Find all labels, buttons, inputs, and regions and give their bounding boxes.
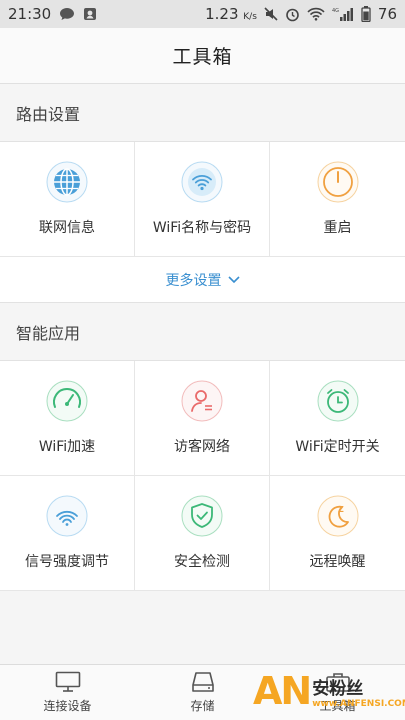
shield-check-icon (181, 495, 223, 537)
tool-reboot[interactable]: 重启 (270, 142, 405, 257)
tool-signal-strength[interactable]: 信号强度调节 (0, 476, 135, 591)
signal-icon: 4G (332, 7, 354, 21)
battery-level: 76 (377, 5, 397, 23)
tool-label: 安全检测 (174, 554, 230, 570)
moon-sleep-icon: Z (317, 495, 358, 537)
alarm-clock-icon (317, 380, 358, 422)
status-bar: 21:30 1.23 K/s 4G 76 (0, 0, 405, 28)
tool-security-check[interactable]: 安全检测 (135, 476, 270, 591)
section-smart-apps: 智能应用 (0, 303, 405, 361)
battery-icon (361, 6, 371, 22)
tool-label: 远程唤醒 (309, 554, 366, 570)
svg-text:4G: 4G (332, 8, 339, 14)
chevron-down-icon (227, 275, 240, 283)
chat-bubble-icon (59, 7, 75, 21)
tab-storage[interactable]: 存储 (135, 665, 270, 720)
wifi-icon (181, 161, 223, 203)
more-settings-button[interactable]: 更多设置 (0, 257, 405, 303)
tab-connected-devices[interactable]: 连接设备 (0, 665, 135, 720)
title-bar: 工具箱 (0, 28, 405, 84)
watermark-url: www.ANFENSI.COM (312, 698, 405, 709)
page-title: 工具箱 (172, 46, 233, 68)
power-icon (317, 161, 358, 203)
tool-label: 访客网络 (174, 439, 230, 455)
tool-label: 重启 (323, 220, 352, 236)
signal-strength-icon (46, 495, 88, 537)
tool-network-info[interactable]: 联网信息 (0, 142, 135, 257)
watermark-an: AN (253, 669, 312, 713)
section-router-settings: 路由设置 (0, 84, 405, 142)
svg-text:Z: Z (338, 505, 344, 514)
globe-icon (46, 161, 88, 203)
tool-wifi-schedule[interactable]: WiFi定时开关 (270, 361, 405, 476)
net-speed: 1.23 K/s (205, 5, 257, 23)
tool-remote-wake[interactable]: Z 远程唤醒 (270, 476, 405, 591)
tab-label: 存储 (190, 699, 215, 713)
tool-wifi-name-password[interactable]: WiFi名称与密码 (135, 142, 270, 257)
clock: 21:30 (8, 5, 52, 23)
storage-icon (191, 672, 214, 692)
watermark-text: 安粉丝 (312, 678, 364, 699)
tool-label: WiFi名称与密码 (152, 220, 252, 236)
tool-wifi-boost[interactable]: WiFi加速 (0, 361, 135, 476)
tab-label: 连接设备 (43, 699, 92, 713)
app-notification-icon (83, 7, 97, 21)
tool-label: 联网信息 (39, 220, 95, 236)
watermark-logo: AN 安粉丝 www.ANFENSI.COM (253, 666, 405, 716)
mute-icon (264, 7, 278, 21)
smart-apps-grid: WiFi加速 访客网络 WiFi定时开关 信号强度调节 安全检测 Z 远程唤醒 (0, 361, 405, 591)
tool-guest-network[interactable]: 访客网络 (135, 361, 270, 476)
monitor-icon (55, 671, 80, 692)
more-settings-label: 更多设置 (165, 272, 222, 289)
alarm-icon (285, 7, 300, 22)
tool-label: WiFi加速 (38, 439, 96, 455)
guest-user-icon (181, 380, 223, 422)
router-settings-grid: 联网信息 WiFi名称与密码 重启 (0, 142, 405, 257)
wifi-icon (307, 7, 325, 21)
tool-label: WiFi定时开关 (295, 439, 380, 455)
tool-label: 信号强度调节 (25, 554, 109, 570)
speedometer-icon (46, 380, 88, 422)
